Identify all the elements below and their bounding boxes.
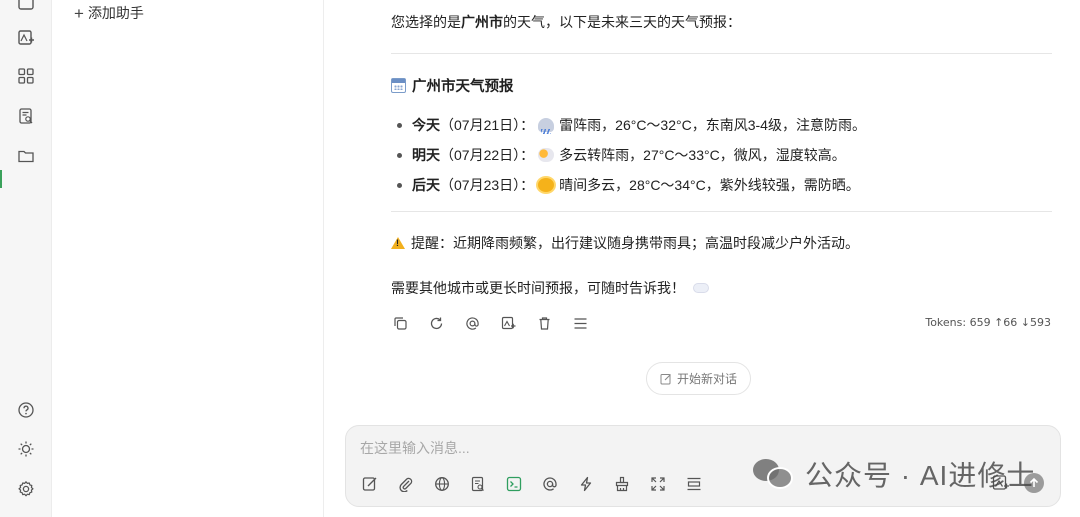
delete-icon[interactable] (535, 314, 553, 332)
forecast-date: （07月23日）： (440, 177, 535, 193)
sun-behind-cloud-icon (538, 148, 555, 162)
save-image-icon[interactable] (499, 314, 517, 332)
forecast-heading-text: 广州市天气预报 (412, 79, 514, 95)
active-indicator (0, 170, 2, 188)
attachment-icon[interactable] (396, 474, 415, 493)
forecast-date: （07月22日）： (440, 147, 535, 163)
closing-line: 需要其他城市或更长时间预报，可随时告诉我！ (391, 278, 1051, 298)
folder-icon[interactable] (14, 144, 38, 168)
mcp-terminal-icon[interactable] (504, 474, 523, 493)
web-search-globe-icon[interactable] (432, 474, 451, 493)
forecast-day: 后天 (412, 177, 440, 193)
calendar-icon (391, 78, 406, 93)
image-generate-icon[interactable] (14, 26, 38, 50)
wechat-logo-icon (753, 457, 795, 491)
layout-lines-icon[interactable] (684, 474, 703, 493)
tip-text: 提醒：近期降雨频繁，出行建议随身携带雨具；高温时段减少户外活动。 (411, 235, 859, 251)
intro-prefix: 您选择的是 (391, 14, 461, 30)
settings-gear-icon[interactable] (14, 477, 38, 501)
new-chat-label: 开始新对话 (676, 372, 737, 386)
clear-context-broom-icon[interactable] (612, 474, 631, 493)
forecast-list: 今天 （07月21日）： 雷阵雨，26°C～32°C，东南风3-4级，注意防雨。… (397, 110, 866, 200)
divider (391, 53, 1052, 54)
knowledge-base-icon[interactable] (468, 474, 487, 493)
new-topic-icon[interactable] (360, 474, 379, 493)
mention-icon[interactable] (463, 314, 481, 332)
closing-text: 需要其他城市或更长时间预报，可随时告诉我！ (391, 280, 685, 296)
plus-icon: + (74, 3, 84, 23)
quick-phrase-lightning-icon[interactable] (576, 474, 595, 493)
menu-icon[interactable] (571, 314, 589, 332)
message-actions (391, 310, 589, 336)
help-icon[interactable] (14, 398, 38, 422)
apps-grid-icon[interactable] (14, 64, 38, 88)
forecast-day: 今天 (412, 117, 440, 133)
forecast-item: 明天 （07月22日）： 多云转阵雨，27°C～33°C，微风，湿度较高。 (397, 140, 866, 170)
thunderstorm-rain-icon (538, 118, 555, 134)
intro-suffix: 的天气，以下是未来三天的天气预报： (503, 14, 741, 30)
chat-icon[interactable] (14, 0, 38, 16)
token-count: Tokens: 659 ↑66 ↓593 (925, 316, 1051, 329)
chat-area: 您选择的是广州市的天气，以下是未来三天的天气预报： 广州市天气预报 今天 （07… (325, 0, 1080, 517)
edit-icon (660, 373, 671, 384)
knowledge-search-icon[interactable] (14, 104, 38, 128)
forecast-day: 明天 (412, 147, 440, 163)
new-chat-button[interactable]: 开始新对话 (646, 362, 751, 395)
assistant-panel: + 添加助手 (52, 0, 324, 517)
tip-line: 提醒：近期降雨频繁，出行建议随身携带雨具；高温时段减少户外活动。 (391, 233, 1051, 253)
warning-icon (391, 236, 405, 249)
composer-toolbar (360, 474, 703, 493)
copy-icon[interactable] (391, 314, 409, 332)
mention-model-icon[interactable] (540, 474, 559, 493)
regenerate-icon[interactable] (427, 314, 445, 332)
forecast-text: 多云转阵雨，27°C～33°C，微风，湿度较高。 (559, 147, 846, 163)
bullet (397, 152, 402, 158)
add-assistant-label: 添加助手 (87, 5, 144, 21)
forecast-heading: 广州市天气预报 (391, 75, 514, 96)
forecast-date: （07月21日）： (440, 117, 535, 133)
bullet (397, 122, 402, 128)
icon-rail (0, 0, 52, 517)
forecast-item: 今天 （07月21日）： 雷阵雨，26°C～32°C，东南风3-4级，注意防雨。 (397, 110, 866, 140)
add-assistant-button[interactable]: + 添加助手 (74, 3, 144, 23)
forecast-text: 晴间多云，28°C～34°C，紫外线较强，需防晒。 (559, 177, 860, 193)
expand-icon[interactable] (648, 474, 667, 493)
watermark: 公众号 · AI进修士 (753, 454, 1035, 494)
bullet (397, 182, 402, 188)
forecast-text: 雷阵雨，26°C～32°C，东南风3-4级，注意防雨。 (559, 117, 866, 133)
forecast-item: 后天 （07月23日）： 晴间多云，28°C～34°C，紫外线较强，需防晒。 (397, 170, 866, 200)
cloud-icon (693, 283, 709, 293)
divider (391, 211, 1052, 212)
intro-city: 广州市 (461, 14, 503, 30)
watermark-text: 公众号 · AI进修士 (805, 460, 1036, 491)
theme-sun-icon[interactable] (14, 437, 38, 461)
sun-icon (538, 178, 555, 192)
message-intro: 您选择的是广州市的天气，以下是未来三天的天气预报： (391, 12, 1051, 32)
